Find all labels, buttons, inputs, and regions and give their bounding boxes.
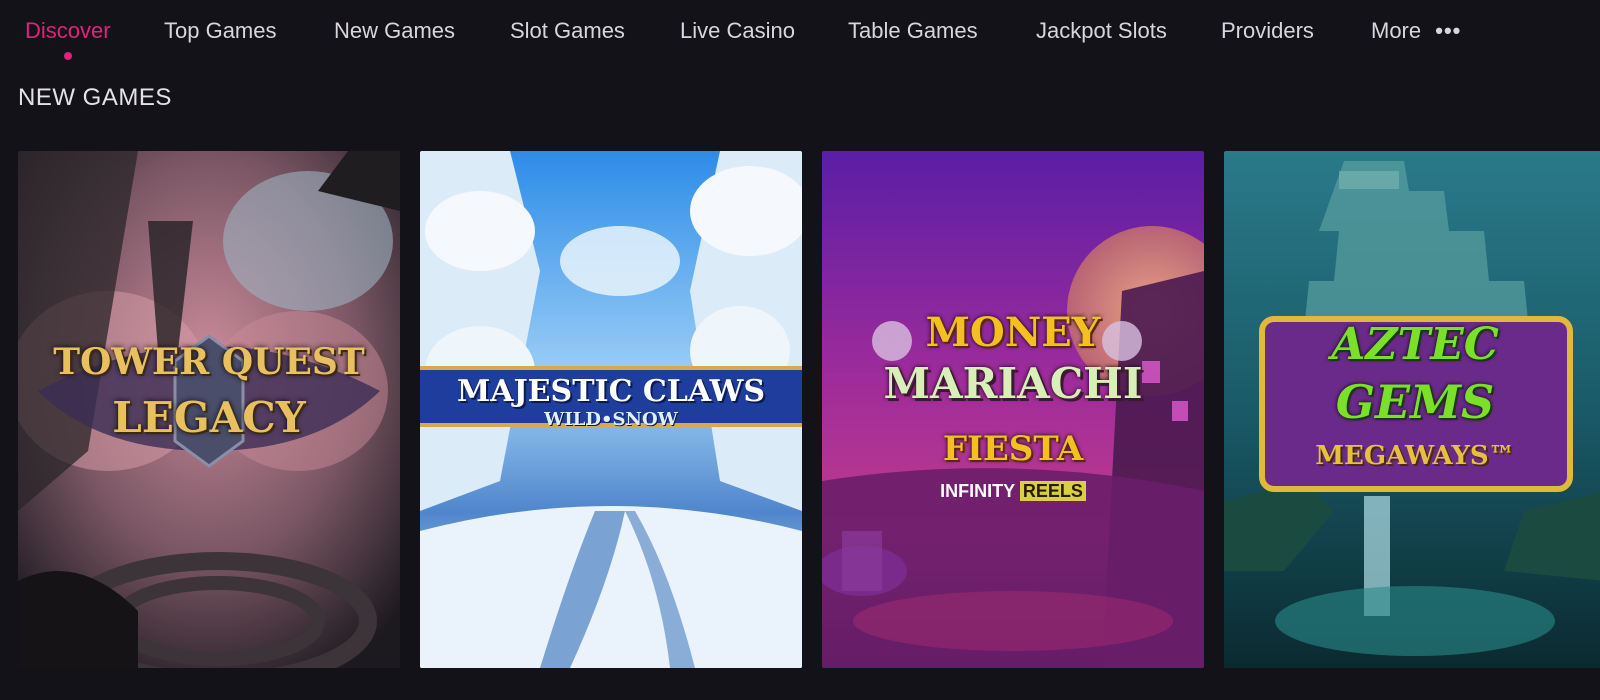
game-subtitle: MEGAWAYS™ xyxy=(1315,441,1515,471)
game-subtitle: LEGACY xyxy=(112,393,306,442)
category-nav: Discover Top Games New Games Slot Games … xyxy=(0,0,1600,70)
nav-item-label: Live Casino xyxy=(680,18,795,43)
game-card-money-mariachi-fiesta[interactable]: MONEY MARIACHI FIESTA INFINITY REELS xyxy=(822,151,1204,668)
game-title: TOWER QUEST xyxy=(53,341,365,383)
nav-item-label: Table Games xyxy=(848,18,978,43)
nav-item-slot-games[interactable]: Slot Games xyxy=(510,18,625,44)
game-card-majestic-claws[interactable]: MAJESTIC CLAWS WILD•SNOW xyxy=(420,151,802,668)
game-title-line-2: MARIACHI xyxy=(883,359,1143,408)
nav-item-table-games[interactable]: Table Games xyxy=(848,18,978,44)
nav-item-label: Providers xyxy=(1221,18,1314,43)
game-title: MAJESTIC CLAWS xyxy=(457,374,765,409)
nav-item-more[interactable]: More ••• xyxy=(1371,18,1461,44)
nav-item-label: Top Games xyxy=(164,18,277,43)
infinity-label: INFINITY xyxy=(940,481,1015,501)
game-title: AZTEC xyxy=(1331,319,1499,370)
game-title-line-2: GEMS xyxy=(1335,375,1495,429)
game-card-aztec-gems-megaways[interactable]: AZTEC GEMS MEGAWAYS™ xyxy=(1224,151,1600,668)
reels-label: REELS xyxy=(1019,481,1086,501)
nav-item-discover[interactable]: Discover xyxy=(25,18,111,60)
active-indicator-dot xyxy=(63,52,72,60)
nav-item-top-games[interactable]: Top Games xyxy=(164,18,277,44)
nav-item-live-casino[interactable]: Live Casino xyxy=(680,18,795,44)
nav-item-label: New Games xyxy=(334,18,456,43)
nav-item-label: Slot Games xyxy=(510,18,625,43)
game-title-line-3: FIESTA xyxy=(942,429,1084,469)
game-title: MONEY xyxy=(925,309,1101,356)
nav-item-label: Discover xyxy=(25,18,111,43)
nav-item-providers[interactable]: Providers xyxy=(1221,18,1314,44)
money-mariachi-fiesta-artwork xyxy=(822,151,1204,668)
infinity-reels-badge: INFINITY REELS xyxy=(822,481,1204,502)
nav-item-jackpot-slots[interactable]: Jackpot Slots xyxy=(1036,18,1167,44)
section-title: NEW GAMES xyxy=(18,84,172,111)
nav-item-new-games[interactable]: New Games xyxy=(334,18,455,44)
game-card-tower-quest-legacy[interactable]: TOWER QUEST LEGACY xyxy=(18,151,400,668)
nav-more-label: More xyxy=(1371,18,1422,43)
more-dots-icon: ••• xyxy=(1435,18,1462,43)
game-subtitle: WILD•SNOW xyxy=(544,409,678,430)
nav-item-label: Jackpot Slots xyxy=(1036,18,1167,43)
